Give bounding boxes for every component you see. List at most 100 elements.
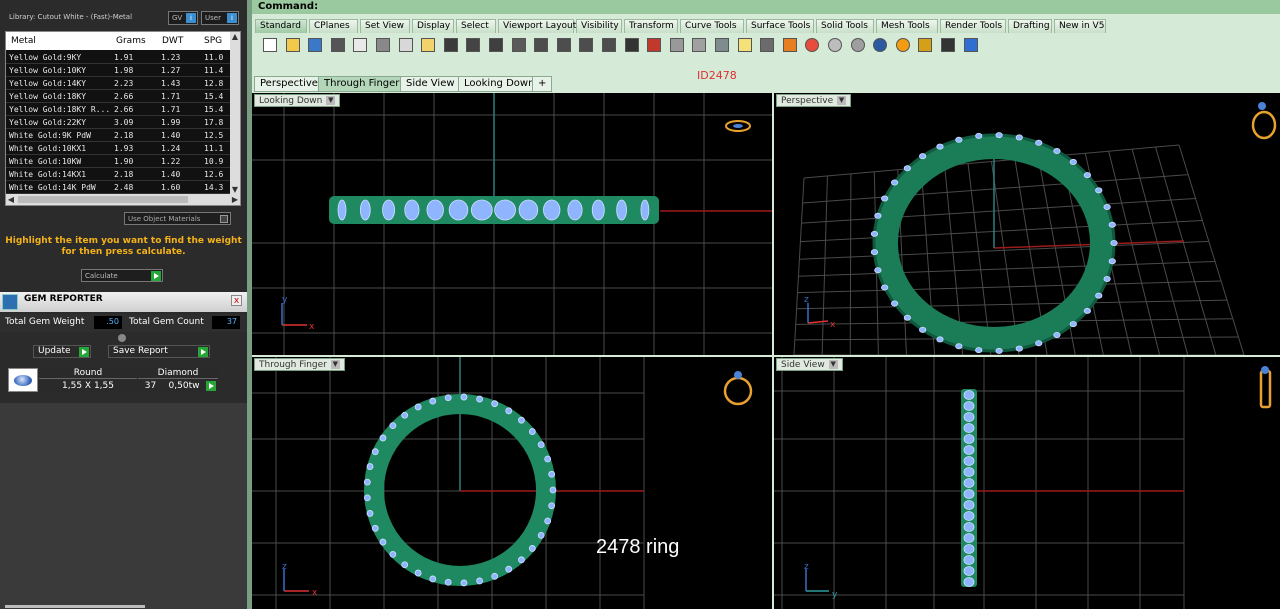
chevron-down-icon[interactable]: ▼: [828, 360, 838, 369]
layer-icon[interactable]: [781, 36, 799, 54]
metal-row[interactable]: White Gold:10KW 1.90 1.22 10.9: [6, 155, 232, 168]
save-report-button[interactable]: Save Report: [108, 345, 210, 358]
metal-row[interactable]: White Gold:10KX1 1.93 1.24 11.1: [6, 142, 232, 155]
metal-table[interactable]: Metal Grams DWT SPG Yellow Gold:9KY 1.91 1…: [5, 31, 241, 206]
scroll-left-icon[interactable]: ◀: [6, 194, 16, 205]
import-icon[interactable]: [351, 36, 369, 54]
viewport-through-finger[interactable]: x z Through Finger ▼: [252, 357, 772, 609]
cplane-icon[interactable]: [645, 36, 663, 54]
play-icon[interactable]: [198, 347, 208, 357]
metal-row[interactable]: Yellow Gold:18KY R... 2.66 1.71 15.4: [6, 103, 232, 116]
metal-row[interactable]: Yellow Gold:14KY 2.23 1.43 12.8: [6, 77, 232, 90]
user-select[interactable]: User i: [201, 11, 239, 25]
tab-set-view[interactable]: Set View: [360, 19, 410, 33]
viewport-side-view[interactable]: y z Side View ▼: [774, 357, 1280, 609]
tab-new-in-v5[interactable]: New in V5: [1054, 19, 1106, 33]
add-viewport-tab-icon[interactable]: +: [532, 76, 553, 92]
metal-row[interactable]: Yellow Gold:22KY 3.09 1.99 17.8: [6, 116, 232, 129]
scroll-right-icon[interactable]: ▶: [230, 194, 240, 205]
scroll-thumb[interactable]: [18, 196, 188, 203]
play-icon[interactable]: [151, 271, 161, 281]
rendered-icon[interactable]: [849, 36, 867, 54]
print-icon[interactable]: [329, 36, 347, 54]
gv-select[interactable]: GV i: [168, 11, 198, 25]
tab-cplanes[interactable]: CPlanes: [309, 19, 358, 33]
viewport-tab-through-finger[interactable]: Through Finger: [318, 76, 406, 92]
pan-icon[interactable]: [464, 36, 482, 54]
info-icon[interactable]: i: [186, 13, 196, 23]
vertical-scrollbar[interactable]: ▲ ▼: [230, 32, 240, 195]
viewport-looking-down[interactable]: x y Looking Down ▼: [252, 93, 772, 355]
metal-row[interactable]: Yellow Gold:18KY 2.66 1.71 15.4: [6, 90, 232, 103]
use-object-materials-checkbox[interactable]: Use Object Materials: [124, 212, 231, 225]
zoom-window-icon[interactable]: [532, 36, 550, 54]
select-icon[interactable]: [939, 36, 957, 54]
col-metal[interactable]: Metal: [11, 36, 36, 46]
metal-row[interactable]: White Gold:9K PdW 2.18 1.40 12.5: [6, 129, 232, 142]
undo-icon[interactable]: [442, 36, 460, 54]
tab-visibility[interactable]: Visibility: [576, 19, 622, 33]
metal-row[interactable]: White Gold:14KX1 2.18 1.40 12.6: [6, 168, 232, 181]
play-icon[interactable]: [79, 347, 89, 357]
chevron-down-icon[interactable]: ▼: [330, 360, 340, 369]
viewport-perspective[interactable]: x z Perspective ▼: [774, 93, 1280, 355]
update-button[interactable]: Update: [33, 345, 91, 358]
color-icon[interactable]: [803, 36, 821, 54]
undo-view-icon[interactable]: [600, 36, 618, 54]
chevron-down-icon[interactable]: ▼: [326, 96, 336, 105]
checkbox-icon[interactable]: [220, 215, 228, 223]
tab-solid-tools[interactable]: Solid Tools: [816, 19, 874, 33]
viewport-title-side-view[interactable]: Side View ▼: [776, 358, 843, 371]
cut-icon[interactable]: [374, 36, 392, 54]
panel-scrollbar[interactable]: [5, 605, 145, 608]
shaded-icon[interactable]: [826, 36, 844, 54]
viewport-tab-side-view[interactable]: Side View: [400, 76, 461, 92]
render-icon[interactable]: [871, 36, 889, 54]
col-spg[interactable]: SPG: [204, 36, 222, 46]
metal-row[interactable]: Yellow Gold:10KY 1.98 1.27 11.4: [6, 64, 232, 77]
tab-standard[interactable]: Standard: [255, 19, 307, 33]
help-icon[interactable]: [962, 36, 980, 54]
light-icon[interactable]: [736, 36, 754, 54]
tab-surface-tools[interactable]: Surface Tools: [746, 19, 814, 33]
chevron-down-icon[interactable]: ▼: [837, 96, 847, 105]
zoom-icon[interactable]: [510, 36, 528, 54]
gem-list[interactable]: Round Diamond 1,55 X 1,55 37 0,50tw: [5, 366, 241, 394]
zoom-extents-icon[interactable]: [555, 36, 573, 54]
tab-curve-tools[interactable]: Curve Tools: [680, 19, 744, 33]
col-dwt[interactable]: DWT: [162, 36, 183, 46]
viewport-tab-perspective[interactable]: Perspective: [254, 76, 324, 92]
viewport-title-through-finger[interactable]: Through Finger ▼: [254, 358, 345, 371]
horizontal-scrollbar[interactable]: ◀ ▶: [6, 194, 240, 205]
rotate-view-icon[interactable]: [487, 36, 505, 54]
viewport-tab-looking-down[interactable]: Looking Down: [458, 76, 541, 92]
points-icon[interactable]: [713, 36, 731, 54]
metal-row[interactable]: White Gold:14K PdW 2.48 1.60 14.3: [6, 181, 232, 194]
collapse-handle-icon[interactable]: [118, 334, 126, 342]
scroll-up-icon[interactable]: ▲: [230, 32, 240, 42]
close-icon[interactable]: x: [231, 295, 242, 306]
tab-select[interactable]: Select: [456, 19, 496, 33]
tab-display[interactable]: Display: [412, 19, 454, 33]
copy-icon[interactable]: [397, 36, 415, 54]
properties-icon[interactable]: [894, 36, 912, 54]
command-bar[interactable]: Command:: [252, 0, 1280, 14]
object-snap-icon[interactable]: [690, 36, 708, 54]
calculate-button[interactable]: Calculate: [81, 269, 163, 282]
open-icon[interactable]: [284, 36, 302, 54]
viewport-title-looking-down[interactable]: Looking Down ▼: [254, 94, 341, 107]
new-icon[interactable]: [261, 36, 279, 54]
tab-drafting[interactable]: Drafting: [1008, 19, 1052, 33]
paste-icon[interactable]: [419, 36, 437, 54]
lock-icon[interactable]: [758, 36, 776, 54]
tab-viewport-layout[interactable]: Viewport Layout: [498, 19, 576, 33]
four-viewports-icon[interactable]: [623, 36, 641, 54]
col-grams[interactable]: Grams: [116, 36, 146, 46]
info-icon[interactable]: i: [227, 13, 237, 23]
options-icon[interactable]: [916, 36, 934, 54]
tab-mesh-tools[interactable]: Mesh Tools: [876, 19, 938, 33]
grid-snap-icon[interactable]: [668, 36, 686, 54]
zoom-selected-icon[interactable]: [577, 36, 595, 54]
tab-render-tools[interactable]: Render Tools: [940, 19, 1006, 33]
tab-transform[interactable]: Transform: [624, 19, 678, 33]
